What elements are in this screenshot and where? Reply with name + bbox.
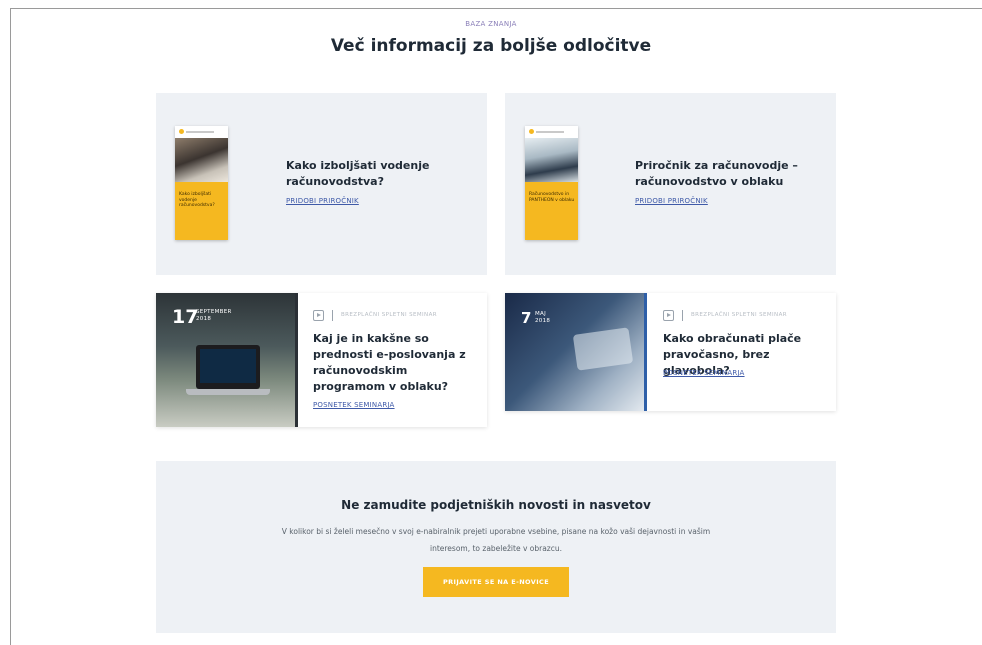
handbook-title: Priročnik za računovodje – računovodstvo… [635,159,798,188]
tablet-illustration [572,327,634,371]
newsletter-signup-button[interactable]: PRIJAVITE SE NA E-NOVICE [423,567,569,597]
handbook-card[interactable]: Kako izboljšati vodenje računovodstva? K… [156,93,487,275]
seminar-month-year: SEPTEMBER 2018 [196,309,232,322]
seminar-recording-link[interactable]: POSNETEK SEMINARJA [663,369,745,377]
section-eyebrow: BAZA ZNANJA [465,20,517,28]
handbook-title: Kako izboljšati vodenje računovodstva? [286,159,430,188]
seminar-image: 7 MAJ 2018 [505,293,647,411]
seminar-card[interactable]: 17 SEPTEMBER 2018 BREZPLAČNI SPLETNI SEM… [156,293,487,427]
seminar-meta: BREZPLAČNI SPLETNI SEMINAR [663,309,787,321]
seminar-card[interactable]: 7 MAJ 2018 BREZPLAČNI SPLETNI SEMINAR Ka… [505,293,836,411]
handbook-cover-image: Kako izboljšati vodenje računovodstva? [175,126,228,240]
divider [332,309,333,321]
newsletter-section: Ne zamudite podjetniških novosti in nasv… [156,461,836,633]
divider [682,309,683,321]
seminar-month-year: MAJ 2018 [535,311,551,324]
laptop-illustration [196,345,260,389]
seminar-meta: BREZPLAČNI SPLETNI SEMINAR [313,309,437,321]
video-play-icon [313,309,324,321]
get-handbook-link[interactable]: PRIDOBI PRIROČNIK [635,197,708,205]
cover-title: Kako izboljšati vodenje računovodstva? [179,192,215,208]
get-handbook-link[interactable]: PRIDOBI PRIROČNIK [286,197,359,205]
handbook-cover-image: Računovodstvo in PANTHEON v oblaku [525,126,578,240]
seminar-category: BREZPLAČNI SPLETNI SEMINAR [341,312,437,318]
seminar-day: 17 [172,306,199,328]
newsletter-description: V kolikor bi si želeli mesečno v svoj e-… [281,527,711,553]
seminar-day: 7 [521,309,532,327]
seminar-category: BREZPLAČNI SPLETNI SEMINAR [691,312,787,318]
cover-title: Računovodstvo in PANTHEON v oblaku [529,192,575,203]
seminar-title: Kaj je in kakšne so prednosti e-poslovan… [313,332,466,393]
handbook-card[interactable]: Računovodstvo in PANTHEON v oblaku Priro… [505,93,836,275]
seminar-recording-link[interactable]: POSNETEK SEMINARJA [313,401,395,409]
video-play-icon [663,309,674,321]
newsletter-title: Ne zamudite podjetniških novosti in nasv… [341,498,651,512]
page-title: Več informacij za boljše odločitve [330,36,652,56]
seminar-image: 17 SEPTEMBER 2018 [156,293,298,427]
